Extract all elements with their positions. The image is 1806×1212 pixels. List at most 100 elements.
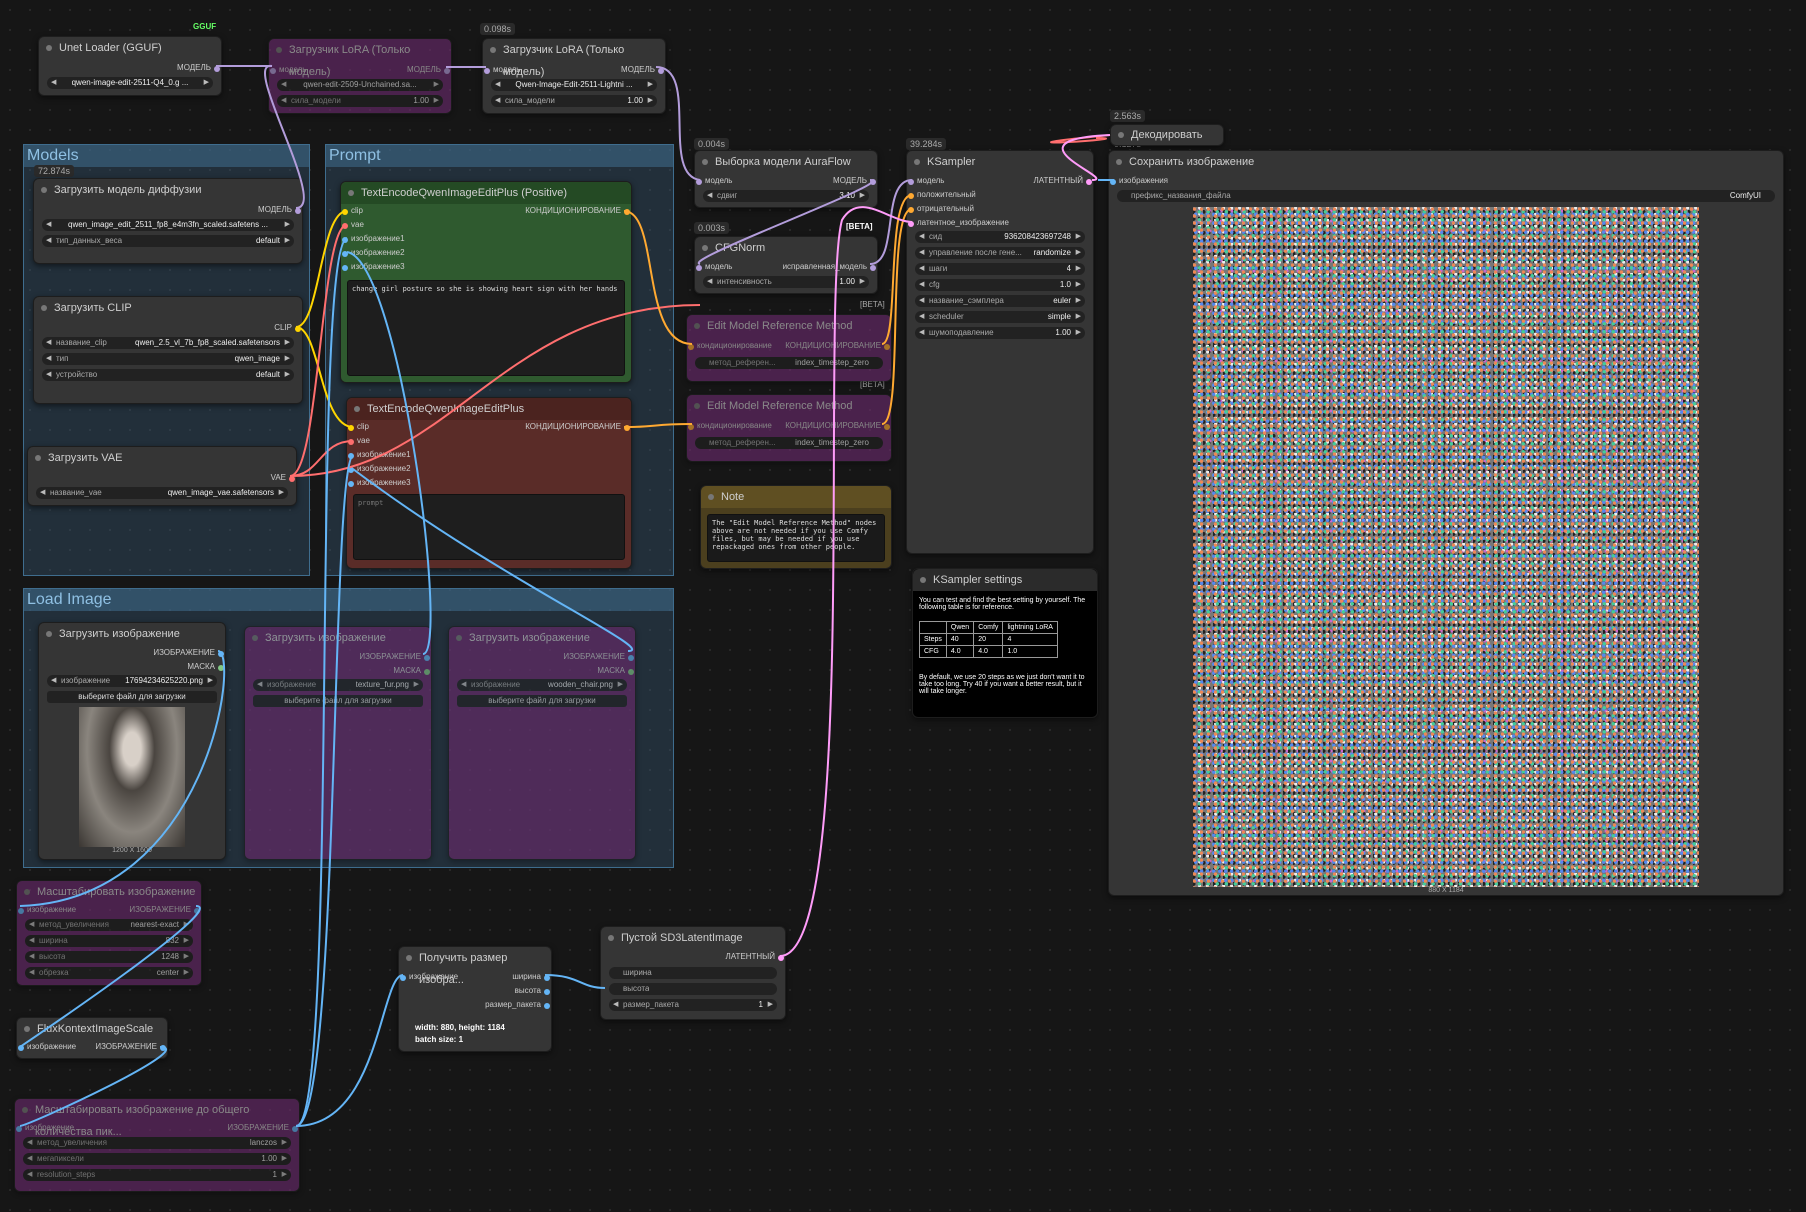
clip-loader-node[interactable]: Загрузить CLIP CLIP название_clipqwen_2.… [33, 296, 303, 404]
unet-name-select[interactable]: qwen-image-edit-2511-Q4_0.g ... [47, 77, 213, 89]
upscale-method-select[interactable]: метод_увеличенияnearest-exact [25, 919, 193, 931]
output-slot[interactable]: ИЗОБРАЖЕНИЕ [153, 648, 224, 657]
input-slot[interactable]: изображение2 [348, 464, 411, 473]
note-node[interactable]: Note The "Edit Model Reference Method" n… [700, 485, 892, 569]
note-text[interactable]: The "Edit Model Reference Method" nodes … [707, 514, 885, 562]
batch-size-widget[interactable]: размер_пакета1 [609, 999, 777, 1011]
upload-button[interactable]: выберите файл для загрузки [253, 695, 423, 707]
output-slot[interactable]: МОДЕЛЬ [258, 205, 301, 214]
filename-prefix-input[interactable]: префикс_названия_файла ComfyUI [1117, 190, 1775, 202]
image-select[interactable]: изображениеtexture_fur.png [253, 679, 423, 691]
input-slot[interactable]: модель [270, 65, 306, 74]
input-slot[interactable]: отрицательный [908, 204, 974, 213]
upload-button[interactable]: выберите файл для загрузки [457, 695, 627, 707]
input-slot[interactable]: изображение3 [348, 478, 411, 487]
negative-encoder-node[interactable]: TextEncodeQwenImageEditPlus clip vae изо… [346, 397, 632, 569]
control-after-generate-select[interactable]: управление после гене...randomize [915, 247, 1085, 259]
input-slot[interactable]: кондиционирование [688, 421, 772, 430]
output-slot[interactable]: ИЗОБРАЖЕНИЕ [563, 652, 634, 661]
input-slot[interactable]: clip [348, 422, 369, 431]
load-image-bypassed-node[interactable]: Загрузить изображение ИЗОБРАЖЕНИЕ МАСКА … [244, 626, 432, 860]
load-image-bypassed-node[interactable]: Загрузить изображение ИЗОБРАЖЕНИЕ МАСКА … [448, 626, 636, 860]
input-slot[interactable]: изображение1 [342, 234, 405, 243]
output-slot[interactable]: CLIP [274, 323, 301, 332]
output-slot[interactable]: ЛАТЕНТНЫЙ [1034, 176, 1092, 185]
lora-loader-node[interactable]: Загрузчик LoRA (Только модель) модель МО… [482, 38, 666, 114]
output-slot[interactable]: КОНДИЦИОНИРОВАНИЕ [785, 341, 890, 350]
lora-loader-bypassed-node[interactable]: Загрузчик LoRA (Только модель) модель МО… [268, 38, 452, 114]
output-slot[interactable]: КОНДИЦИОНИРОВАНИЕ [525, 206, 630, 215]
input-slot[interactable]: vae [342, 220, 364, 229]
auraflow-node[interactable]: Выборка модели AuraFlow модель МОДЕЛЬ сд… [694, 150, 878, 208]
output-slot[interactable]: МОДЕЛЬ [833, 176, 876, 185]
lora-name-select[interactable]: Qwen-Image-Edit-2511-Lightni ... [491, 79, 657, 91]
seed-widget[interactable]: сид936208423697248 [915, 231, 1085, 243]
input-slot[interactable]: модель [696, 262, 732, 271]
edit-model-reference-node[interactable]: Edit Model Reference Method кондициониро… [686, 394, 892, 462]
input-slot[interactable]: clip [342, 206, 363, 215]
strength-widget[interactable]: сила_модели1.00 [277, 95, 443, 107]
input-slot[interactable]: кондиционирование [688, 341, 772, 350]
output-slot[interactable]: КОНДИЦИОНИРОВАНИЕ [525, 422, 630, 431]
upscale-method-select[interactable]: метод_увеличенияlanczos [23, 1137, 291, 1149]
scheduler-select[interactable]: schedulersimple [915, 311, 1085, 323]
width-input-converted[interactable]: ширина [609, 967, 777, 979]
cfgnorm-node[interactable]: CFGNorm модель исправленная_модель интен… [694, 236, 878, 294]
reference-method-select[interactable]: метод_референ... index_timestep_zero [695, 357, 883, 369]
output-slot[interactable]: МАСКА [187, 662, 224, 671]
resolution-steps-widget[interactable]: resolution_steps1 [23, 1169, 291, 1181]
save-image-node[interactable]: Сохранить изображение изображения префик… [1108, 150, 1784, 896]
sampler-select[interactable]: название_сэмплераeuler [915, 295, 1085, 307]
input-slot[interactable]: изображения [1110, 176, 1168, 185]
load-image-node[interactable]: Загрузить изображение ИЗОБРАЖЕНИЕ МАСКА … [38, 622, 226, 860]
output-slot[interactable]: МОДЕЛЬ [407, 65, 450, 74]
vae-name-select[interactable]: название_vaeqwen_image_vae.safetensors [36, 487, 288, 499]
strength-widget[interactable]: сила_модели1.00 [491, 95, 657, 107]
height-widget[interactable]: высота1248 [25, 951, 193, 963]
steps-widget[interactable]: шаги4 [915, 263, 1085, 275]
lora-name-select[interactable]: qwen-edit-2509-Unchained.sa... [277, 79, 443, 91]
input-slot[interactable]: изображение2 [342, 248, 405, 257]
output-slot[interactable]: МАСКА [393, 666, 430, 675]
input-slot[interactable]: положительный [908, 190, 976, 199]
strength-widget[interactable]: интенсивность1.00 [703, 276, 869, 288]
output-slot[interactable]: ширина [512, 972, 550, 981]
output-slot[interactable]: размер_пакета [485, 1000, 550, 1009]
input-image-preview[interactable] [79, 707, 185, 847]
shift-widget[interactable]: сдвиг3.10 [703, 190, 869, 202]
cfg-widget[interactable]: cfg1.0 [915, 279, 1085, 291]
output-image-preview[interactable] [1193, 207, 1699, 887]
clip-name-select[interactable]: название_clipqwen_2.5_vl_7b_fp8_scaled.s… [42, 337, 294, 349]
scale-to-megapixels-bypassed-node[interactable]: Масштабировать изображение до общего кол… [14, 1098, 300, 1192]
empty-sd3-latent-node[interactable]: Пустой SD3LatentImage ЛАТЕНТНЫЙ ширина в… [600, 926, 786, 1020]
vae-decode-node[interactable]: Декодировать VAE [1110, 124, 1224, 161]
input-slot[interactable]: изображение [400, 972, 458, 981]
output-slot[interactable]: исправленная_модель [783, 262, 876, 271]
diffusion-loader-node[interactable]: Загрузить модель диффузии МОДЕЛЬ qwen_im… [33, 178, 303, 264]
negative-prompt-textarea[interactable]: prompt [353, 494, 625, 560]
image-select[interactable]: изображениеwooden_chair.png [457, 679, 627, 691]
input-slot[interactable]: модель [696, 176, 732, 185]
denoise-widget[interactable]: шумоподавление1.00 [915, 327, 1085, 339]
reference-method-select[interactable]: метод_референ... index_timestep_zero [695, 437, 883, 449]
edit-model-reference-node[interactable]: Edit Model Reference Method кондициониро… [686, 314, 892, 382]
vae-loader-node[interactable]: Загрузить VAE VAE название_vaeqwen_image… [27, 446, 297, 506]
input-slot[interactable]: изображение [18, 905, 76, 914]
get-image-size-node[interactable]: Получить размер изобра... изображение ши… [398, 946, 552, 1052]
output-slot[interactable]: VAE [271, 473, 295, 482]
output-slot[interactable]: ЛАТЕНТНЫЙ [726, 952, 784, 961]
crop-select[interactable]: обрезкаcenter [25, 967, 193, 979]
input-slot[interactable]: изображение3 [342, 262, 405, 271]
input-slot[interactable]: изображение1 [348, 450, 411, 459]
width-widget[interactable]: ширина832 [25, 935, 193, 947]
input-slot[interactable]: латентное_изображение [908, 218, 1009, 227]
output-slot[interactable]: МАСКА [597, 666, 634, 675]
input-slot[interactable]: изображение [18, 1042, 76, 1051]
output-slot[interactable]: ИЗОБРАЖЕНИЕ [129, 905, 200, 914]
output-slot[interactable]: высота [515, 986, 550, 995]
clip-type-select[interactable]: типqwen_image [42, 353, 294, 365]
output-slot[interactable]: ИЗОБРАЖЕНИЕ [227, 1123, 298, 1132]
ksampler-settings-node[interactable]: KSampler settings You can test and find … [912, 568, 1098, 718]
input-slot[interactable]: модель [484, 65, 520, 74]
upload-button[interactable]: выберите файл для загрузки [47, 691, 217, 703]
